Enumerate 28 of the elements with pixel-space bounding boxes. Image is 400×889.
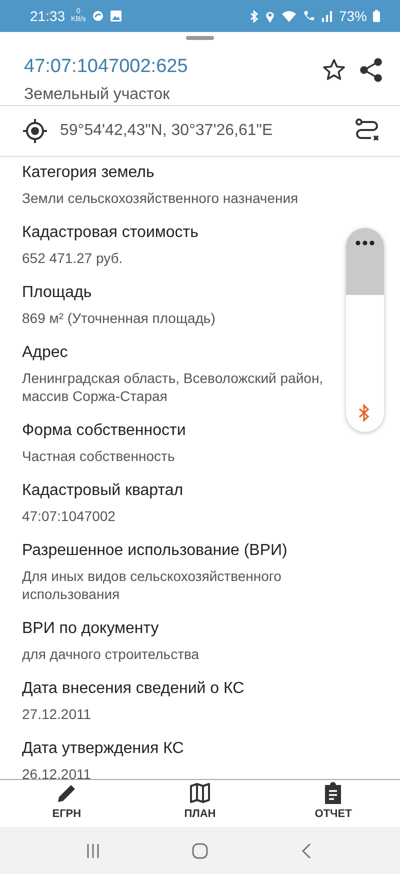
field-label: Кадастровая стоимость: [22, 223, 200, 243]
nav-button[interactable]: ЕГРН: [0, 782, 134, 827]
field-value: Ленинградская область, Всеволожский район, массив Соржа-Старая: [22, 369, 324, 405]
field-label: Форма собственности: [22, 421, 187, 441]
field-label: Кадастровый квартал: [22, 481, 184, 501]
field-label: Дата внесения сведений о КС: [22, 679, 246, 699]
field-value: Частная собственность: [22, 447, 176, 465]
coordinates: 59°54'42,43"N, 30°37'26,61"E: [60, 122, 274, 140]
parcel-type: Земельный участок: [24, 86, 171, 104]
field-label: ВРИ по документу: [22, 619, 160, 639]
field-value: для дачного строительства: [22, 645, 200, 663]
field-value: 47:07:1047002: [22, 507, 116, 525]
battery-level: 73%: [338, 8, 367, 24]
field-value: Для иных видов сельскохозяйственного использования: [22, 567, 282, 603]
field-value: 26.12.2011: [22, 765, 92, 779]
field-label: Категория земель: [22, 163, 156, 183]
nav-button[interactable]: ОТЧЕТ: [266, 782, 400, 827]
field-label: Разрешенное использование (ВРИ): [22, 541, 288, 561]
nav-button[interactable]: ПЛАН: [133, 782, 267, 827]
field-value: 869 м² (Уточненная площадь): [22, 309, 216, 327]
field-label: Площадь: [22, 283, 93, 303]
parcel-number: 47:07:1047002:625: [24, 56, 189, 78]
field-value: 652 471.27 руб.: [22, 249, 124, 267]
field-label: Адрес: [22, 343, 69, 363]
field-value: Земли сельскохозяйственного назначения: [22, 189, 300, 207]
field-label: Дата утверждения КС: [22, 739, 185, 759]
field-value: 27.12.2011: [22, 705, 92, 723]
clock: 21:33: [30, 8, 66, 24]
